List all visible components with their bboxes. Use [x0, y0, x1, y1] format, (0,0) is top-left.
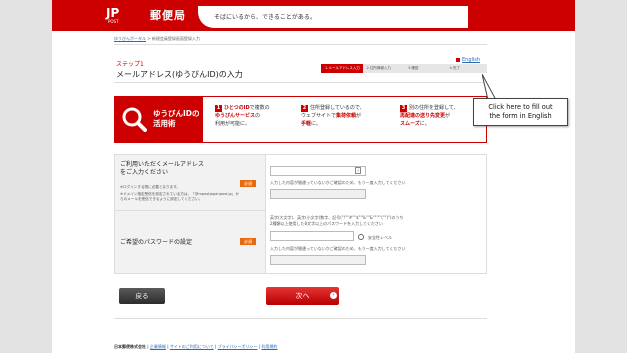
jp-post-logo-icon[interactable]: JP POST [105, 4, 133, 24]
banner-title-line: 活用術 [153, 119, 176, 128]
feature-highlight: ひとつのID [224, 105, 250, 111]
tooltip-line: Click here to fill out [488, 103, 553, 111]
footer-link[interactable]: サイトのご利用について [170, 344, 214, 349]
feature-number: 3 [400, 105, 407, 112]
banner-feature-1: 1 ひとつのIDで複数の ゆうびんサービスの 利用が可能に。 [215, 104, 305, 128]
feature-highlight: 再配達の送り先変更 [400, 113, 446, 119]
email-confirm-input[interactable] [270, 189, 366, 199]
feature-text: に。 [419, 121, 430, 127]
feature-highlight: 集荷依頼 [336, 113, 357, 119]
password-label: ご希望のパスワードの設定 [120, 239, 193, 246]
site-footer: 日本郵便株式会社 | 企業情報 | サイトのご利用について | プライバシーポリ… [114, 344, 277, 350]
page-title: メールアドレス(ゆうびんID)の入力 [116, 70, 243, 79]
feature-text: 住所登録しているので、 [310, 105, 365, 111]
feature-text: に。 [311, 121, 322, 127]
tooltip-pointer [482, 74, 496, 100]
password-confirm-help: 入力した内容が間違っていないかご確認のため、もう一度入力してください [270, 246, 406, 251]
email-input[interactable] [270, 166, 366, 176]
password-strength-label: 安全性レベル [368, 235, 392, 240]
feature-text: の [255, 113, 261, 119]
feature-text: ウェブサイトで [301, 113, 337, 119]
divider [114, 318, 487, 319]
email-label-line: をご入力ください [120, 169, 169, 176]
footer-link[interactable]: 利用規約 [261, 344, 277, 349]
banner-title-block: ゆうびんIDの 活用術 [115, 97, 203, 142]
feature-number: 2 [301, 105, 308, 112]
feature-text: 利用が可能に。 [215, 121, 251, 127]
footer-link[interactable]: 企業情報 [150, 344, 166, 349]
info-icon[interactable]: i [355, 167, 361, 174]
progress-step: 1.メールアドレス入力 [321, 64, 363, 73]
password-visibility-icon[interactable] [358, 234, 364, 240]
breadcrumb-home-link[interactable]: ゆうびんポータル [114, 36, 146, 41]
id-benefits-banner: ゆうびんIDの 活用術 1 ひとつのIDで複数の ゆうびんサービスの 利用が可能に… [114, 96, 487, 143]
next-button[interactable]: 次へ [266, 287, 339, 305]
email-label-line: ご利用いただくメールアドレス [120, 161, 205, 168]
feature-highlight: ゆうびんサービス [215, 113, 256, 119]
progress-step: 2.住所情報入力 [362, 64, 404, 73]
password-row-label: ご希望のパスワードの設定 必須 [115, 210, 266, 273]
password-confirm-input[interactable] [270, 255, 366, 265]
footer-link[interactable]: プライバシーポリシー [218, 344, 258, 349]
svg-text:JP: JP [105, 6, 119, 20]
feature-highlight: 手軽 [301, 121, 312, 127]
header-tagline: そばにいるから、できることがある。 [214, 14, 316, 21]
banner-title: ゆうびんIDの 活用術 [153, 109, 200, 129]
required-badge: 必須 [240, 180, 256, 187]
english-tooltip: Click here to fill out the form in Engli… [473, 98, 568, 126]
back-button[interactable]: 戻る [119, 288, 165, 304]
breadcrumb-current: 新規会員登録画面登録入力 [151, 36, 200, 41]
progress-step: 3.確認 [404, 64, 446, 73]
password-input[interactable] [270, 231, 354, 241]
brand-name[interactable]: 郵便局 [150, 7, 186, 23]
feature-text: が [445, 113, 451, 119]
breadcrumb: ゆうびんポータル > 新規会員登録画面登録入力 [114, 36, 200, 42]
progress-step: 4.完了 [445, 64, 487, 73]
english-link[interactable]: English [462, 57, 480, 63]
divider [114, 82, 487, 83]
banner-title-line: ゆうびんIDの [153, 109, 200, 118]
required-badge: 必須 [240, 238, 256, 245]
feature-text: 別の住所を登録して、 [409, 105, 459, 111]
feature-text: が [356, 113, 362, 119]
feature-highlight: スムーズ [400, 121, 420, 127]
step-label: ステップ1 [116, 61, 144, 68]
english-link-icon [456, 58, 460, 62]
email-confirm-help: 入力した内容が間違っていないかご確認のため、もう一度入力してください [270, 180, 406, 185]
feature-number: 1 [215, 105, 222, 112]
divider [114, 44, 487, 45]
email-note: ※ドメイン指定受信を設定されている方は、「@mpostjapanpost.jp」… [120, 192, 239, 201]
footer-company: 日本郵便株式会社 [114, 344, 146, 349]
tooltip-line: the form in English [489, 112, 552, 120]
magnifier-icon [122, 107, 147, 132]
banner-feature-2: 2 住所登録しているので、 ウェブサイトで集荷依頼が 手軽に。 [301, 104, 391, 128]
logo-text: POST [108, 19, 119, 24]
progress-steps: 1.メールアドレス入力 2.住所情報入力 3.確認 4.完了 [321, 64, 487, 73]
email-note: ※ログインする際に必要となります。 [120, 185, 181, 189]
feature-text: で複数の [249, 105, 270, 111]
email-label: ご利用いただくメールアドレス をご入力ください [120, 161, 204, 177]
password-rule: 2種類以上使用した8文字以上のパスワードを入力してください [270, 221, 383, 226]
email-row-label: ご利用いただくメールアドレス をご入力ください ※ログインする際に必要となります… [115, 155, 266, 210]
chevron-right-icon: › [330, 292, 337, 299]
